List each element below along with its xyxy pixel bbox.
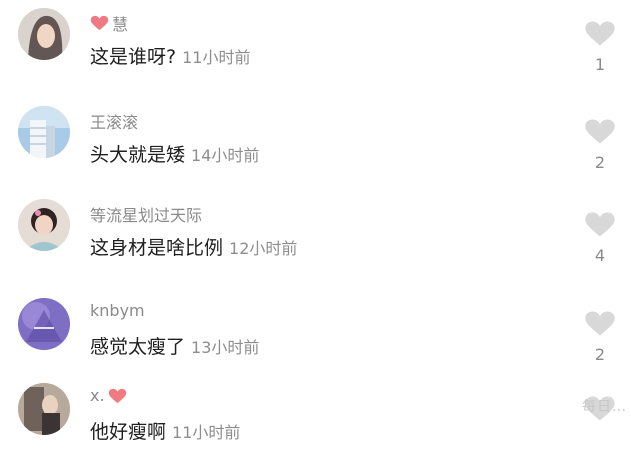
comment-text: 他好瘦啊 — [90, 421, 167, 443]
username[interactable]: 等流星划过天际 — [90, 202, 202, 226]
like-button[interactable]: 1 — [583, 20, 617, 74]
heart-emoji-icon — [108, 388, 127, 404]
like-count: 1 — [594, 55, 606, 74]
avatar[interactable] — [18, 199, 70, 251]
username-text: 等流星划过天际 — [90, 206, 203, 225]
comment-body: 这身材是啥比例 12小时前 — [90, 233, 297, 260]
username-text: knbym — [90, 301, 145, 320]
avatar[interactable] — [18, 383, 70, 435]
username-text: 王滚滚 — [90, 113, 139, 132]
username[interactable]: knbym — [90, 301, 145, 320]
comment-time: 14小时前 — [191, 146, 260, 165]
heart-icon — [585, 311, 615, 336]
like-button[interactable]: 4 — [583, 211, 617, 265]
comment-item: knbym 感觉太瘦了 13小时前 2 — [0, 290, 631, 388]
comment-text: 头大就是矮 — [90, 144, 186, 166]
comment-time: 11小时前 — [172, 423, 241, 442]
comment-body: 他好瘦啊 11小时前 — [90, 417, 240, 444]
heart-icon — [585, 212, 615, 237]
comment-item: 等流星划过天际 这身材是啥比例 12小时前 4 — [0, 191, 631, 289]
heart-emoji-icon — [90, 15, 109, 31]
comment-body: 感觉太瘦了 13小时前 — [90, 332, 259, 359]
avatar[interactable] — [18, 106, 70, 158]
like-count: 4 — [594, 246, 606, 265]
watermark: 每日… — [582, 399, 627, 415]
comment-time: 11小时前 — [182, 48, 251, 67]
username[interactable]: 慧 — [90, 11, 128, 35]
heart-icon — [585, 21, 615, 46]
username-text: x. — [90, 386, 105, 405]
comment-body: 这是谁呀? 11小时前 — [90, 42, 250, 69]
comment-item: 慧 这是谁呀? 11小时前 1 — [0, 0, 631, 98]
username[interactable]: 王滚滚 — [90, 109, 138, 133]
comment-time: 13小时前 — [191, 338, 260, 357]
avatar[interactable] — [18, 298, 70, 350]
like-count: 2 — [594, 345, 606, 364]
comment-body: 头大就是矮 14小时前 — [90, 140, 259, 167]
username[interactable]: x. — [90, 386, 127, 405]
comment-text: 这是谁呀? — [90, 46, 177, 68]
comment-text: 感觉太瘦了 — [90, 336, 186, 358]
avatar[interactable] — [18, 8, 70, 60]
username-text: 慧 — [112, 15, 129, 34]
comment-text: 这身材是啥比例 — [90, 237, 224, 259]
comment-time: 12小时前 — [229, 239, 298, 258]
like-button[interactable]: 2 — [583, 118, 617, 172]
heart-icon — [585, 119, 615, 144]
comment-item: x. 他好瘦啊 11小时前 — [0, 375, 631, 473]
like-button[interactable]: 2 — [583, 310, 617, 364]
like-count: 2 — [594, 153, 606, 172]
comment-item: 王滚滚 头大就是矮 14小时前 2 — [0, 98, 631, 196]
